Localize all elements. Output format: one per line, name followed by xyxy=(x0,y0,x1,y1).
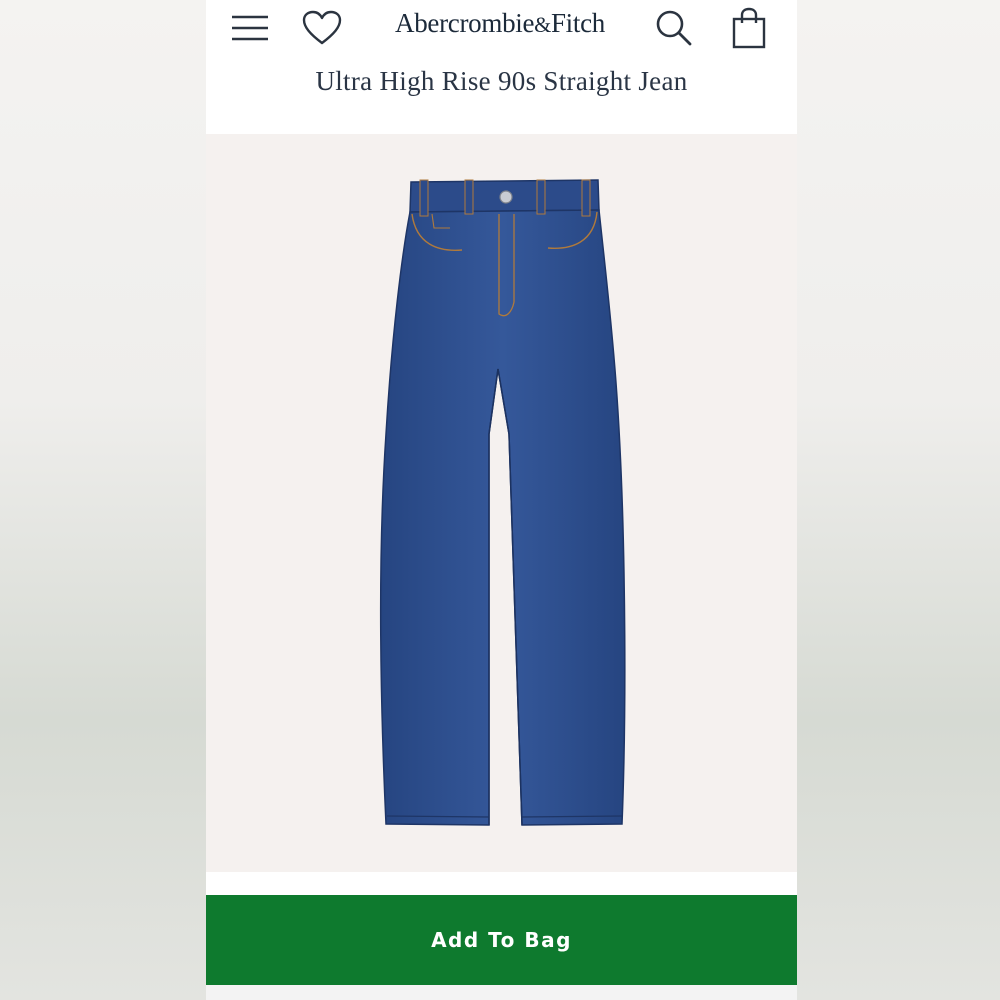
brand-name-end: Fitch xyxy=(550,8,605,38)
background-blur-left xyxy=(0,0,206,1000)
heart-icon xyxy=(302,10,342,45)
site-header: Abercrombie&Fitch xyxy=(206,0,797,60)
menu-button[interactable] xyxy=(228,6,272,50)
brand-name-main: Abercrombie xyxy=(395,8,535,38)
search-icon xyxy=(656,10,692,46)
shopping-bag-button[interactable] xyxy=(727,6,771,50)
hamburger-menu-icon xyxy=(232,15,268,41)
wishlist-button[interactable] xyxy=(300,6,344,50)
add-to-bag-button[interactable]: Add To Bag xyxy=(206,895,797,985)
brand-ampersand: & xyxy=(534,12,551,37)
bottom-strip xyxy=(206,985,797,1000)
product-image[interactable] xyxy=(206,134,797,872)
jeans-illustration xyxy=(379,179,626,826)
brand-logo[interactable]: Abercrombie&Fitch xyxy=(366,8,634,39)
shopping-bag-icon xyxy=(732,7,766,49)
search-button[interactable] xyxy=(652,6,696,50)
background-blur-right xyxy=(797,0,1000,1000)
product-title: Ultra High Rise 90s Straight Jean xyxy=(315,66,688,96)
mobile-screen: Abercrombie&Fitch Ultra High Rise 90s St… xyxy=(206,0,797,1000)
